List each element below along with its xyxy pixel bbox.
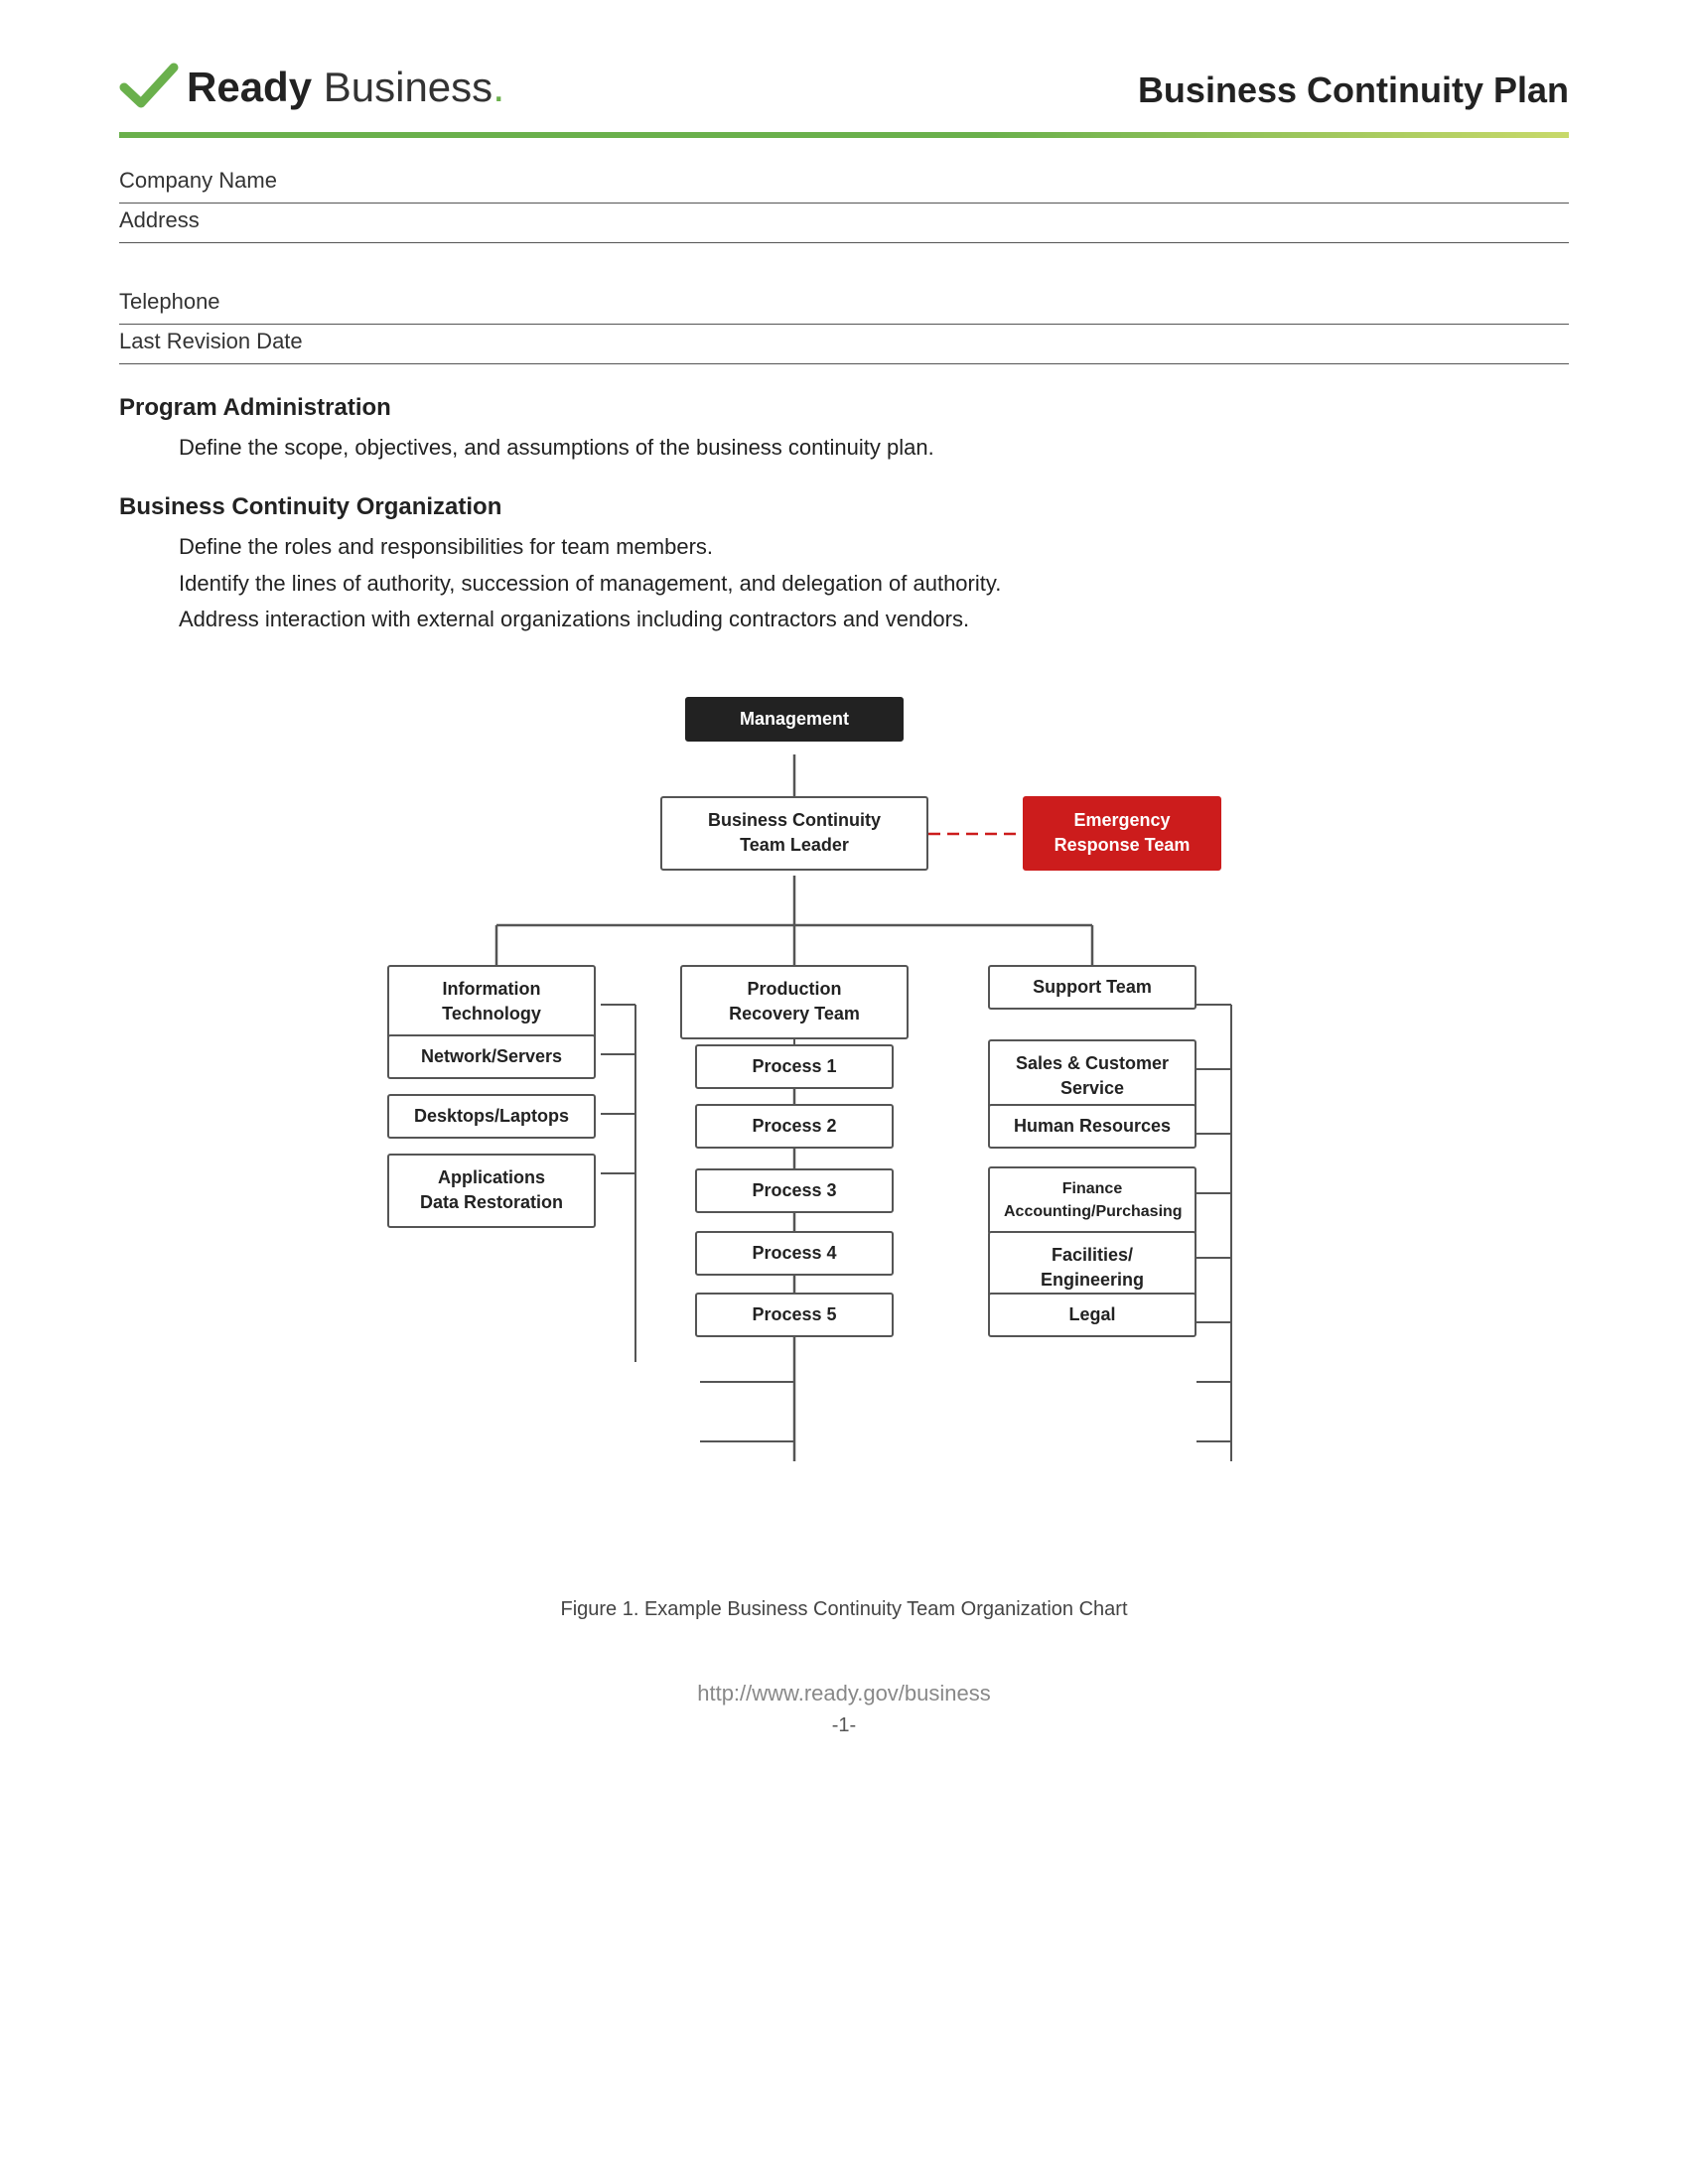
section-body-1: Define the scope, objectives, and assump…	[179, 430, 1569, 466]
support-box: Support Team	[988, 965, 1196, 1010]
org-chart-container: Management Business Continuity Team Lead…	[119, 687, 1569, 1621]
prt-box: Production Recovery Team	[680, 965, 909, 1038]
address-label: Address	[119, 207, 1569, 233]
appdata-box: Applications Data Restoration	[387, 1154, 596, 1227]
sales-box: Sales & Customer Service	[988, 1039, 1196, 1113]
page-title: Business Continuity Plan	[1138, 69, 1569, 111]
org-chart: Management Business Continuity Team Lead…	[298, 687, 1390, 1580]
hr-box: Human Resources	[988, 1104, 1196, 1149]
ert-box: Emergency Response Team	[1023, 796, 1221, 870]
company-name-underline	[119, 196, 1569, 204]
address-field: Address	[119, 207, 1569, 243]
management-box: Management	[685, 697, 904, 742]
revision-date-underline	[119, 356, 1569, 364]
section-heading-2: Business Continuity Organization	[119, 493, 1569, 521]
logo-text: Ready Business.	[187, 63, 504, 112]
section-heading-1: Program Administration	[119, 394, 1569, 422]
form-group-2: Telephone Last Revision Date	[119, 289, 1569, 364]
section-body-2: Define the roles and responsibilities fo…	[179, 529, 1569, 637]
process4-box: Process 4	[695, 1231, 894, 1276]
process3-box: Process 3	[695, 1168, 894, 1213]
checkmark-icon	[119, 60, 179, 114]
process1-box: Process 1	[695, 1044, 894, 1089]
revision-date-label: Last Revision Date	[119, 329, 1569, 354]
company-name-field: Company Name	[119, 168, 1569, 204]
figure-caption: Figure 1. Example Business Continuity Te…	[560, 1598, 1127, 1621]
footer-page: -1-	[119, 1714, 1569, 1737]
process2-box: Process 2	[695, 1104, 894, 1149]
company-name-label: Company Name	[119, 168, 1569, 194]
it-box: Information Technology	[387, 965, 596, 1038]
telephone-underline	[119, 317, 1569, 325]
telephone-label: Telephone	[119, 289, 1569, 315]
revision-date-field: Last Revision Date	[119, 329, 1569, 364]
logo: Ready Business.	[119, 60, 504, 114]
green-divider	[119, 132, 1569, 138]
telephone-field: Telephone	[119, 289, 1569, 325]
bctl-box: Business Continuity Team Leader	[660, 796, 928, 870]
finance-box: Finance Accounting/Purchasing	[988, 1166, 1196, 1235]
desktops-box: Desktops/Laptops	[387, 1094, 596, 1139]
legal-box: Legal	[988, 1293, 1196, 1337]
form-group-1: Company Name Address	[119, 168, 1569, 243]
content-section: Program Administration Define the scope,…	[119, 394, 1569, 637]
footer: http://www.ready.gov/business -1-	[119, 1681, 1569, 1737]
page-header: Ready Business. Business Continuity Plan	[119, 60, 1569, 114]
footer-url: http://www.ready.gov/business	[119, 1681, 1569, 1706]
address-underline	[119, 235, 1569, 243]
process5-box: Process 5	[695, 1293, 894, 1337]
network-box: Network/Servers	[387, 1034, 596, 1079]
